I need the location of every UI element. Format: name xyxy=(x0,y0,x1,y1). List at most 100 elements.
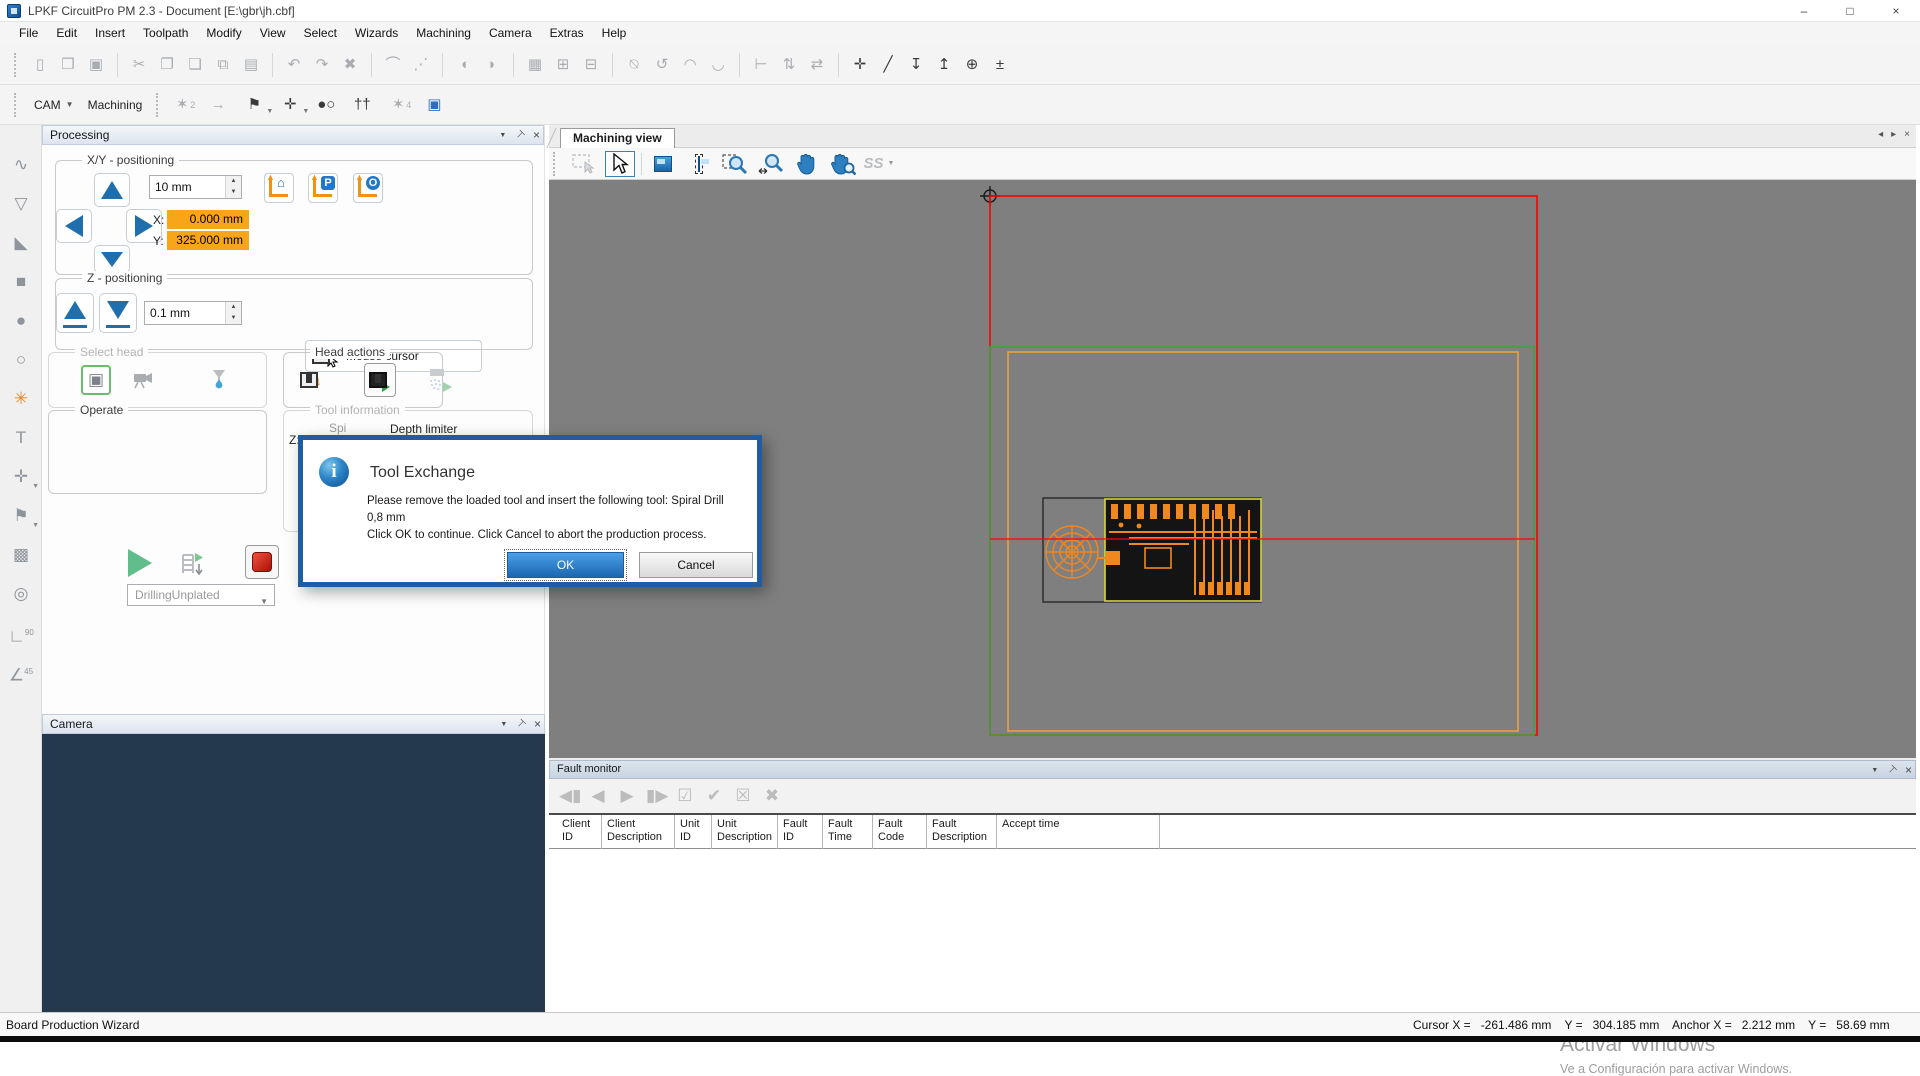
spin-up-icon[interactable]: ▲ xyxy=(226,302,241,313)
cancel-button[interactable]: Cancel xyxy=(639,552,753,578)
ok-button[interactable]: OK xyxy=(507,552,624,578)
save-file-icon[interactable]: ▣ xyxy=(84,53,108,77)
chevron-down-icon[interactable]: ▼ xyxy=(266,100,273,124)
column-header-fault-id[interactable]: FaultID xyxy=(778,815,823,851)
delete-icon[interactable]: ✖ xyxy=(338,53,362,77)
arc-ccw-icon[interactable]: ◡ xyxy=(706,53,730,77)
zoom-window-button[interactable] xyxy=(720,151,750,177)
fault-monitor-header[interactable]: Fault monitor xyxy=(549,760,1916,779)
open-file-icon[interactable]: ❒ xyxy=(56,53,80,77)
paste-icon[interactable]: ❏ xyxy=(183,53,207,77)
zoom-fit-board-button[interactable] xyxy=(648,151,678,177)
pin-icon[interactable]: ⊤ xyxy=(1885,763,1899,777)
wizard-step2-icon[interactable]: ✶2 xyxy=(170,93,194,117)
fault-table-body[interactable]: Activar Windows Ve a Configuración para … xyxy=(549,849,1916,1012)
origin-marker-tool-icon[interactable]: ✛▼ xyxy=(5,462,37,492)
z-flag-tool-icon[interactable]: ⚑▼ xyxy=(5,501,37,531)
image-tool-icon[interactable]: ▩ xyxy=(5,540,37,570)
menu-view[interactable]: View xyxy=(251,22,295,45)
start-process-button[interactable] xyxy=(128,549,152,577)
close-icon[interactable]: × xyxy=(534,717,541,731)
undo-icon[interactable]: ↶ xyxy=(282,53,306,77)
toolbar-grip[interactable] xyxy=(156,93,160,117)
new-file-icon[interactable]: ▯ xyxy=(28,53,52,77)
jog-z-minus-button[interactable] xyxy=(99,293,137,333)
open-contour-icon[interactable]: ◖ xyxy=(452,53,476,77)
drill-head-button[interactable]: ▣ xyxy=(81,365,111,395)
column-header-client-id[interactable]: ClientID xyxy=(557,815,602,851)
circle-outline-tool-icon[interactable]: ○ xyxy=(5,345,37,375)
start-spray-button[interactable] xyxy=(422,365,458,395)
column-header-fault-time[interactable]: FaultTime xyxy=(823,815,873,851)
jog-x-minus-button[interactable] xyxy=(56,209,92,243)
close-icon[interactable]: × xyxy=(1905,763,1912,777)
menu-help[interactable]: Help xyxy=(593,22,636,45)
insert-points-icon[interactable]: ⋰ xyxy=(409,53,433,77)
snapshot-mode-button[interactable]: SS ▼ xyxy=(864,151,894,177)
save-layout-icon[interactable]: ▣ xyxy=(422,93,446,117)
origin-crosshair-icon[interactable]: ✛▼ xyxy=(278,93,302,117)
accept-selected-icon[interactable]: ☑ xyxy=(675,786,695,806)
spin-down-icon[interactable]: ▼ xyxy=(226,313,241,324)
pads-icon[interactable]: ●○ xyxy=(314,93,338,117)
column-header-fault-description[interactable]: FaultDescription xyxy=(927,815,997,851)
pointer-select-button[interactable] xyxy=(605,151,635,177)
menu-toolpath[interactable]: Toolpath xyxy=(134,22,197,45)
menu-machining[interactable]: Machining xyxy=(407,22,480,45)
tab-machining-view[interactable]: Machining view xyxy=(560,128,675,148)
panel-menu-icon[interactable]: ▼ xyxy=(1871,767,1878,774)
triangle-tool-icon[interactable]: ◣ xyxy=(5,228,37,258)
step-down-icon[interactable]: ↧ xyxy=(904,53,928,77)
process-phase-dropdown[interactable]: DrillingUnplated ▼ xyxy=(127,584,275,606)
paste-special-icon[interactable]: ⧉ xyxy=(211,53,235,77)
ungroup-icon[interactable]: ⊟ xyxy=(579,53,603,77)
menu-extras[interactable]: Extras xyxy=(541,22,593,45)
minimize-button[interactable]: – xyxy=(1781,0,1827,22)
panel-menu-icon[interactable]: ▼ xyxy=(499,132,506,139)
clear-all-icon[interactable]: ✖ xyxy=(762,786,782,806)
pan-zoom-button[interactable] xyxy=(828,151,858,177)
toolbar-grip[interactable] xyxy=(14,53,18,77)
wizard-step4-icon[interactable]: ✶4 xyxy=(386,93,410,117)
step-up-icon[interactable]: ↥ xyxy=(932,53,956,77)
measure-line-icon[interactable]: ╱ xyxy=(876,53,900,77)
camera-panel-header[interactable]: Camera xyxy=(42,714,545,734)
group-icon[interactable]: ⊞ xyxy=(551,53,575,77)
z-level-flag-icon[interactable]: ⚑▼ xyxy=(242,93,266,117)
prev-fault-icon[interactable]: ◀ xyxy=(588,786,608,806)
erase-icon[interactable]: ⍉ xyxy=(622,53,646,77)
process-arrow-icon[interactable]: → xyxy=(206,93,230,117)
dispense-head-button[interactable] xyxy=(204,365,234,395)
menu-file[interactable]: File xyxy=(10,22,47,45)
flip-vertical-icon[interactable]: ⇅ xyxy=(777,53,801,77)
pin-icon[interactable]: ⊤ xyxy=(513,128,527,142)
column-header-accept-time[interactable]: Accept time xyxy=(997,815,1160,851)
flash-tool-icon[interactable]: ✳ xyxy=(5,384,37,414)
move-icon[interactable]: ✛ xyxy=(848,53,872,77)
menu-edit[interactable]: Edit xyxy=(47,22,86,45)
menu-modify[interactable]: Modify xyxy=(197,22,250,45)
menu-insert[interactable]: Insert xyxy=(86,22,134,45)
stop-process-button[interactable] xyxy=(245,545,279,579)
toolbar-grip[interactable] xyxy=(14,93,18,117)
tab-scroll-right-icon[interactable]: ▸ xyxy=(1891,129,1896,140)
pan-button[interactable] xyxy=(792,151,822,177)
maximize-button[interactable]: □ xyxy=(1827,0,1873,22)
spin-down-icon[interactable]: ▼ xyxy=(226,187,241,198)
menu-select[interactable]: Select xyxy=(295,22,346,45)
angle-90-tool-icon[interactable]: ∟90 xyxy=(5,618,37,648)
move-zero-button[interactable]: ▲O xyxy=(353,173,383,203)
jog-z-plus-button[interactable] xyxy=(56,293,94,333)
clear-selected-icon[interactable]: ☒ xyxy=(733,786,753,806)
close-button[interactable]: × xyxy=(1873,0,1919,22)
close-contour-icon[interactable]: ◗ xyxy=(480,53,504,77)
close-icon[interactable]: × xyxy=(533,128,540,142)
column-header-client-description[interactable]: ClientDescription xyxy=(602,815,675,851)
next-fault-icon[interactable]: ▶ xyxy=(617,786,637,806)
menu-camera[interactable]: Camera xyxy=(480,22,541,45)
column-header-unit-description[interactable]: UnitDescription xyxy=(712,815,778,851)
zoom-drag-button[interactable] xyxy=(756,151,786,177)
spin-up-icon[interactable]: ▲ xyxy=(226,176,241,187)
jog-y-minus-button[interactable] xyxy=(94,245,130,273)
z-step-spinner[interactable]: 0.1 mm ▲▼ xyxy=(144,301,242,325)
